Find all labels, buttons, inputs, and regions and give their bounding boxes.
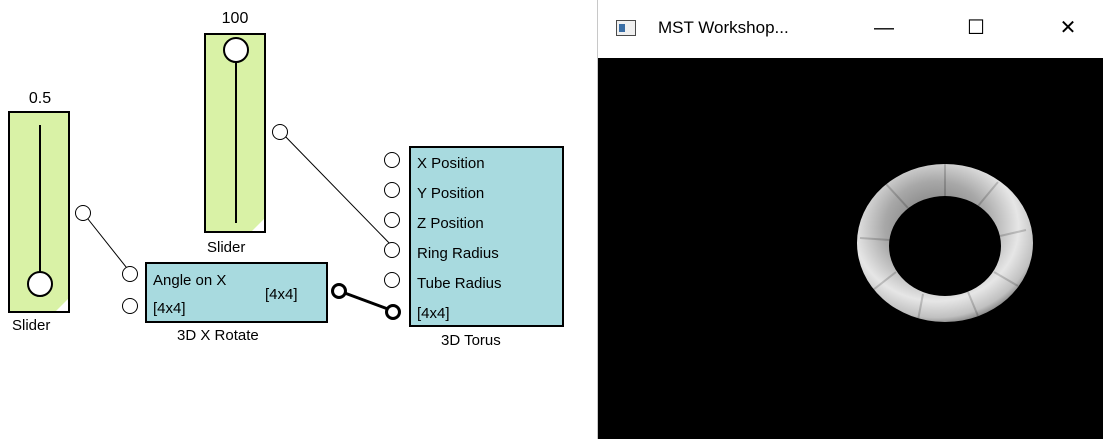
slider-2-label: Slider xyxy=(207,239,246,256)
torus-tube-radius-port[interactable] xyxy=(384,272,400,288)
torus-ring-radius-label: Ring Radius xyxy=(417,245,499,262)
slider-2-body[interactable] xyxy=(204,33,266,233)
window-title: MST Workshop... xyxy=(658,18,789,37)
maximize-button[interactable]: ☐ xyxy=(953,8,999,48)
rotate-output-label: [4x4] xyxy=(265,286,298,303)
torus-matrix-port[interactable] xyxy=(385,304,401,320)
slider-1-body[interactable] xyxy=(8,111,70,313)
torus-ring-radius-port[interactable] xyxy=(384,242,400,258)
slider-1-label: Slider xyxy=(12,317,51,334)
slider-1-value: 0.5 xyxy=(28,90,52,107)
torus-caption: 3D Torus xyxy=(441,332,501,349)
slider-2-output-port[interactable] xyxy=(272,124,288,140)
torus-body[interactable]: X Position Y Position Z Position Ring Ra… xyxy=(409,146,564,327)
slider-2-track xyxy=(235,49,237,223)
slider-1-track xyxy=(39,125,41,275)
slider-1-knob[interactable] xyxy=(27,271,53,297)
torus-z-position-label: Z Position xyxy=(417,215,484,232)
x-rotate-caption: 3D X Rotate xyxy=(177,327,259,344)
torus-x-position-label: X Position xyxy=(417,155,485,172)
torus-y-position-label: Y Position xyxy=(417,185,485,202)
x-rotate-body[interactable]: Angle on X [4x4] [4x4] xyxy=(145,262,328,323)
output-window[interactable]: MST Workshop... — ☐ ✕ xyxy=(597,0,1103,439)
window-titlebar[interactable]: MST Workshop... — ☐ ✕ xyxy=(598,0,1103,58)
app-icon[interactable] xyxy=(616,20,636,36)
torus-tube-radius-label: Tube Radius xyxy=(417,275,502,292)
slider-2-resize-corner[interactable] xyxy=(252,219,264,231)
rotate-angle-input-port[interactable] xyxy=(122,266,138,282)
render-canvas[interactable] xyxy=(598,58,1103,439)
rotate-angle-label: Angle on X xyxy=(153,272,227,289)
close-button[interactable]: ✕ xyxy=(1045,8,1091,48)
rotate-matrix-input-port[interactable] xyxy=(122,298,138,314)
torus-matrix-label: [4x4] xyxy=(417,305,450,322)
rotate-matrix-label: [4x4] xyxy=(153,300,186,317)
torus-x-position-port[interactable] xyxy=(384,152,400,168)
slider-1-resize-corner[interactable] xyxy=(56,299,68,311)
torus-render xyxy=(857,164,1033,322)
slider-2-knob[interactable] xyxy=(223,37,249,63)
torus-z-position-port[interactable] xyxy=(384,212,400,228)
slider-1-output-port[interactable] xyxy=(75,205,91,221)
torus-y-position-port[interactable] xyxy=(384,182,400,198)
slider-2-value: 100 xyxy=(221,10,249,27)
rotate-output-port[interactable] xyxy=(331,283,347,299)
minimize-button[interactable]: — xyxy=(861,8,907,48)
